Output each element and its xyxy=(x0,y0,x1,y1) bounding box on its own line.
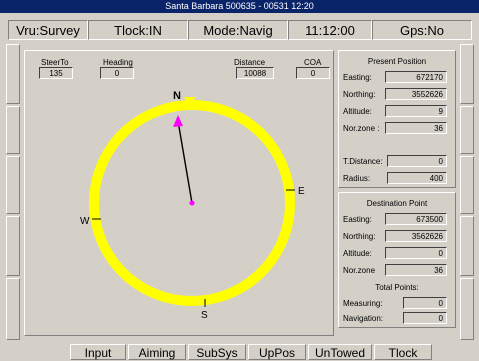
heading-pointer-arrow xyxy=(173,115,183,127)
time-status: 11:12:00 xyxy=(288,20,372,40)
tdistance-field: 0 xyxy=(387,155,447,167)
measuring-label: Measuring: xyxy=(343,299,383,308)
tdistance-label: T.Distance: xyxy=(343,157,383,166)
dp-altitude-label: Altitude: xyxy=(343,249,372,258)
input-button[interactable]: Input xyxy=(70,344,126,360)
measuring-field: 0 xyxy=(403,297,447,309)
dp-easting-field: 673500 xyxy=(385,213,447,225)
right-side-button-2[interactable] xyxy=(460,106,474,154)
right-side-button-3[interactable] xyxy=(460,156,474,214)
compass-east-label: E xyxy=(298,186,305,197)
right-side-button-5[interactable] xyxy=(460,278,474,340)
radius-field: 400 xyxy=(387,172,447,184)
compass-center-dot xyxy=(189,200,195,206)
status-bar: Vru:Survey Tlock:IN Mode:Navig 11:12:00 … xyxy=(8,20,472,40)
compass-south-label: S xyxy=(201,310,208,321)
left-side-button-1[interactable] xyxy=(6,44,20,104)
pp-easting-label: Easting: xyxy=(343,73,372,82)
compass-north-label: N xyxy=(173,90,181,102)
destination-point-title: Destination Point xyxy=(366,199,428,208)
right-side-button-1[interactable] xyxy=(460,44,474,104)
pp-norzone-field: 36 xyxy=(385,122,447,134)
tlock-button[interactable]: Tlock xyxy=(374,344,432,360)
subsys-button[interactable]: SubSys xyxy=(188,344,246,360)
dp-norzone-label: Nor.zone xyxy=(343,266,376,275)
vru-status: Vru:Survey xyxy=(8,20,88,40)
right-side-button-4[interactable] xyxy=(460,216,474,276)
pp-northing-field: 3552626 xyxy=(385,88,447,100)
total-points-label: Total Points: xyxy=(375,283,419,292)
radius-label: Radius: xyxy=(343,174,371,183)
heading-needle xyxy=(177,120,193,204)
untowed-button[interactable]: UnTowed xyxy=(308,344,372,360)
tlock-status: Tlock:IN xyxy=(88,20,188,40)
left-side-button-2[interactable] xyxy=(6,106,20,154)
gps-status: Gps:No xyxy=(372,20,472,40)
dp-northing-field: 3562626 xyxy=(385,230,447,242)
mode-status: Mode:Navig xyxy=(188,20,288,40)
pp-norzone-label: Nor.zone : xyxy=(343,124,380,133)
pp-altitude-label: Altitude: xyxy=(343,107,372,116)
left-side-button-5[interactable] xyxy=(6,278,20,340)
pp-easting-field: 672170 xyxy=(385,71,447,83)
dp-northing-label: Northing: xyxy=(343,232,376,241)
aiming-button[interactable]: Aiming xyxy=(128,344,186,360)
dp-altitude-field: 0 xyxy=(385,247,447,259)
uppos-button[interactable]: UpPos xyxy=(248,344,306,360)
left-side-button-3[interactable] xyxy=(6,156,20,214)
window-title-bar: Santa Barbara 500635 - 00531 12:20 xyxy=(0,0,479,13)
pp-northing-label: Northing: xyxy=(343,90,376,99)
dp-easting-label: Easting: xyxy=(343,215,372,224)
navigation-label: Navigation: xyxy=(343,314,384,323)
compass-display: N E S W xyxy=(80,90,305,321)
navigation-panel: SteerTo 135 Heading 0 Distance 10088 COA… xyxy=(24,50,334,336)
present-position-panel: Present Position Easting: 672170 Northin… xyxy=(338,50,456,188)
navigation-field: 0 xyxy=(403,312,447,324)
destination-point-panel: Destination Point Easting: 673500 Northi… xyxy=(338,192,456,328)
window-title: Santa Barbara 500635 - 00531 12:20 xyxy=(165,1,314,11)
pp-altitude-field: 9 xyxy=(385,105,447,117)
present-position-title: Present Position xyxy=(367,57,427,66)
compass-west-label: W xyxy=(80,216,90,227)
dp-norzone-field: 36 xyxy=(385,264,447,276)
left-side-button-4[interactable] xyxy=(6,216,20,276)
